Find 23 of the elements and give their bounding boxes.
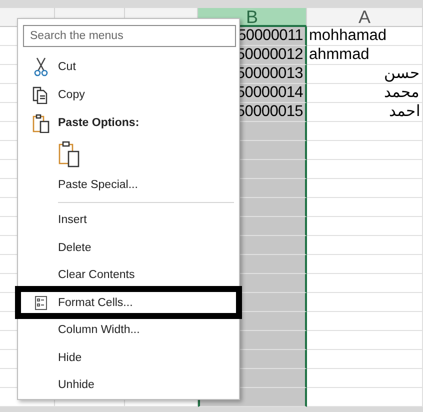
menu-item[interactable]: Delete bbox=[58, 242, 92, 254]
menu-item[interactable]: Column Width... bbox=[58, 324, 140, 336]
table-cell[interactable]: mohhamad bbox=[307, 27, 423, 46]
menu-item[interactable]: Cut bbox=[58, 61, 76, 74]
scissors-icon bbox=[34, 57, 48, 78]
menu-item[interactable]: Format Cells... bbox=[58, 296, 133, 309]
menu-item[interactable]: Clear Contents bbox=[58, 269, 135, 282]
clipboard-icon bbox=[32, 112, 50, 133]
search-field[interactable]: Search the menus bbox=[23, 25, 236, 47]
table-cell[interactable]: حسن bbox=[307, 65, 423, 84]
menu-item[interactable]: Hide bbox=[58, 352, 82, 364]
section-heading: Paste Options: bbox=[58, 116, 140, 129]
format-cells-icon bbox=[34, 296, 46, 310]
menu-item[interactable]: Paste Special... bbox=[58, 179, 138, 192]
menu-item[interactable]: Unhide bbox=[58, 379, 94, 392]
menu-item[interactable]: Copy bbox=[58, 88, 85, 101]
table-cell[interactable]: احمد bbox=[307, 103, 423, 122]
paste-button[interactable] bbox=[58, 140, 80, 168]
column-header[interactable]: A bbox=[307, 8, 423, 27]
menu-item[interactable]: Insert bbox=[58, 214, 87, 226]
table-cell[interactable]: ahmmad bbox=[307, 46, 423, 65]
copy-icon bbox=[32, 86, 50, 104]
table-cell[interactable]: محمد bbox=[307, 84, 423, 103]
